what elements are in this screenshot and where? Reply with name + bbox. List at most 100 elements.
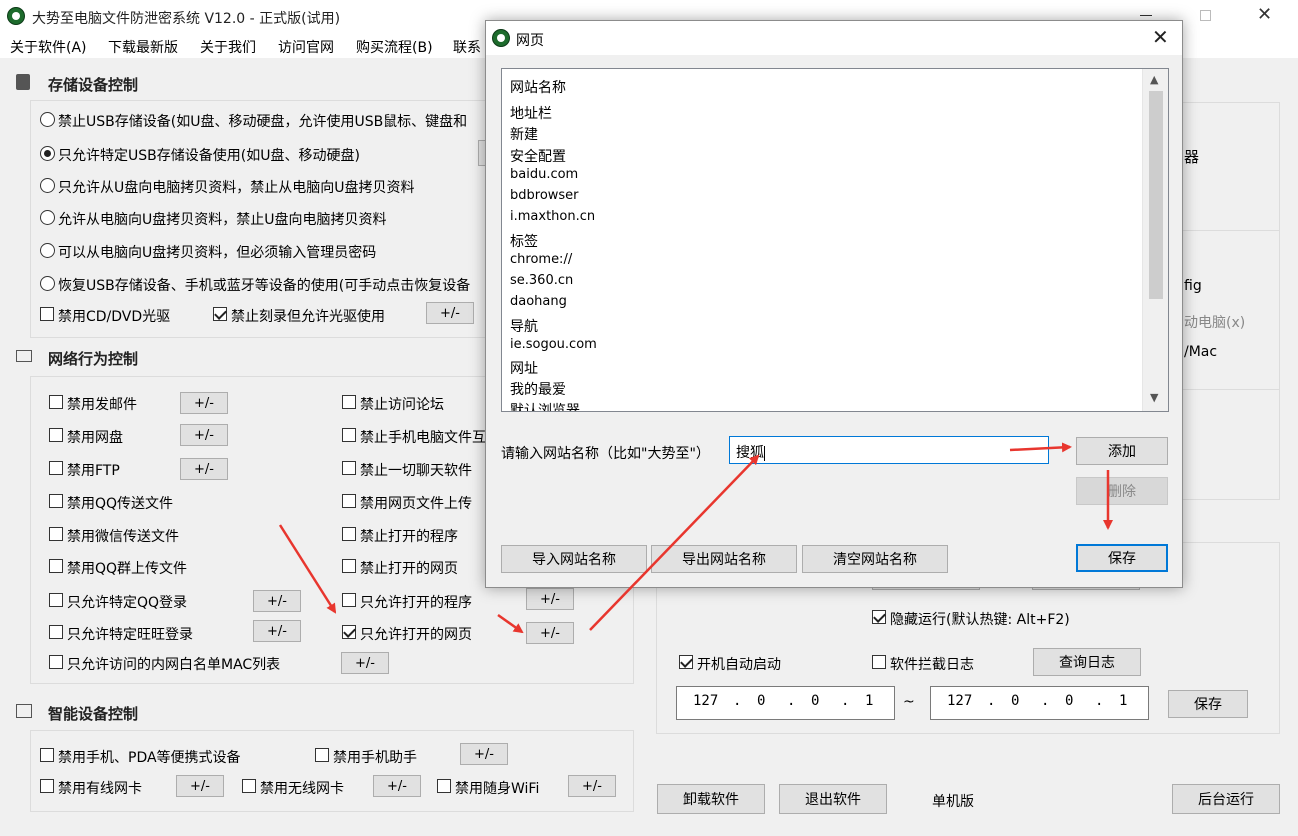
- allow-program-plus-minus-button[interactable]: +/-: [526, 588, 574, 610]
- radio-pc-to-usb[interactable]: [40, 210, 55, 225]
- checkbox-qq-group[interactable]: [49, 559, 63, 573]
- wireless-plus-minus-button[interactable]: +/-: [373, 775, 421, 797]
- uninstall-button[interactable]: 卸载软件: [657, 784, 765, 814]
- checkbox-ftp[interactable]: [49, 461, 63, 475]
- menu-about-software[interactable]: 关于软件(A): [10, 37, 87, 57]
- checkbox-wechat-file[interactable]: [49, 527, 63, 541]
- checkbox-specific-qq[interactable]: [49, 593, 63, 607]
- ip-start-field[interactable]: 127 . 0 . 0 . 1: [676, 686, 895, 720]
- menu-website[interactable]: 访问官网: [278, 37, 334, 57]
- list-header: 网站名称: [510, 80, 566, 96]
- ip-save-button[interactable]: 保存: [1168, 690, 1248, 718]
- menu-about-us[interactable]: 关于我们: [200, 37, 256, 57]
- add-button[interactable]: 添加: [1076, 437, 1168, 465]
- wifi-plus-minus-button[interactable]: +/-: [568, 775, 616, 797]
- checkbox-chat[interactable]: [342, 461, 356, 475]
- list-item[interactable]: 网址: [510, 358, 538, 378]
- export-button[interactable]: 导出网站名称: [651, 545, 797, 573]
- delete-button[interactable]: 删除: [1076, 477, 1168, 505]
- radio-password-copy[interactable]: [40, 243, 55, 258]
- radio-restore-label: 恢复USB存储设备、手机或蓝牙等设备的使用(可手动点击恢复设备: [58, 278, 471, 294]
- list-item[interactable]: i.maxthon.cn: [510, 209, 595, 224]
- radio-specific-usb-label: 只允许特定USB存储设备使用(如U盘、移动硬盘): [58, 148, 360, 164]
- burn-plus-minus-button[interactable]: +/-: [426, 302, 474, 324]
- checkbox-intercept-log[interactable]: [872, 655, 886, 669]
- scroll-down-icon[interactable]: ▼: [1150, 391, 1158, 404]
- list-scrollbar[interactable]: ▲ ▼: [1142, 69, 1168, 411]
- radio-specific-usb[interactable]: [40, 146, 55, 161]
- close-icon[interactable]: ✕: [1257, 4, 1272, 25]
- site-name-input[interactable]: 搜狐: [729, 436, 1049, 464]
- list-item[interactable]: 导航: [510, 316, 538, 336]
- checkbox-no-burn-label: 禁止刻录但允许光驱使用: [231, 309, 385, 325]
- radio-restore[interactable]: [40, 276, 55, 291]
- clear-button[interactable]: 清空网站名称: [802, 545, 948, 573]
- list-item[interactable]: 安全配置: [510, 146, 566, 166]
- checkbox-allow-program[interactable]: [342, 593, 356, 607]
- list-item[interactable]: bdbrowser: [510, 188, 579, 203]
- radio-block-usb[interactable]: [40, 112, 55, 127]
- checkbox-wireless-nic[interactable]: [242, 779, 256, 793]
- checkbox-block-web[interactable]: [342, 559, 356, 573]
- checkbox-no-burn[interactable]: [213, 307, 227, 321]
- checkbox-phone-file[interactable]: [342, 428, 356, 442]
- menu-download[interactable]: 下载最新版: [108, 37, 178, 57]
- list-item[interactable]: daohang: [510, 294, 567, 309]
- checkbox-specific-wangwang[interactable]: [49, 625, 63, 639]
- checkbox-qq-file[interactable]: [49, 494, 63, 508]
- list-item[interactable]: se.360.cn: [510, 273, 573, 288]
- radio-usb-to-pc[interactable]: [40, 178, 55, 193]
- ftp-plus-minus-button[interactable]: +/-: [180, 458, 228, 480]
- list-item[interactable]: 默认浏览器: [510, 400, 580, 411]
- list-item[interactable]: ie.sogou.com: [510, 337, 597, 352]
- checkbox-mobile-device[interactable]: [40, 748, 54, 762]
- checkbox-mac-whitelist[interactable]: [49, 655, 63, 669]
- checkbox-hide-run[interactable]: [872, 610, 886, 624]
- ip-end-octet-1: 127: [947, 693, 973, 709]
- query-log-button[interactable]: 查询日志: [1033, 648, 1141, 676]
- dialog-close-icon[interactable]: ✕: [1152, 25, 1169, 49]
- ip-end-field[interactable]: 127 . 0 . 0 . 1: [930, 686, 1149, 720]
- ip-start-dot-3: .: [841, 693, 850, 709]
- menu-purchase[interactable]: 购买流程(B): [356, 37, 433, 57]
- checkbox-web-upload[interactable]: [342, 494, 356, 508]
- allow-web-plus-minus-button[interactable]: +/-: [526, 622, 574, 644]
- checkbox-wired-nic[interactable]: [40, 779, 54, 793]
- right-frag-config: fig: [1184, 278, 1202, 294]
- checkbox-portable-wifi[interactable]: [437, 779, 451, 793]
- scroll-up-icon[interactable]: ▲: [1150, 73, 1158, 86]
- wired-plus-minus-button[interactable]: +/-: [176, 775, 224, 797]
- netdisk-plus-minus-button[interactable]: +/-: [180, 424, 228, 446]
- list-item[interactable]: 我的最爱: [510, 379, 566, 399]
- menu-contact[interactable]: 联系: [453, 37, 481, 57]
- checkbox-netdisk[interactable]: [49, 428, 63, 442]
- checkbox-allow-web[interactable]: [342, 625, 356, 639]
- checkbox-block-program[interactable]: [342, 527, 356, 541]
- email-plus-minus-button[interactable]: +/-: [180, 392, 228, 414]
- list-item[interactable]: 地址栏: [510, 103, 552, 123]
- maximize-icon[interactable]: [1200, 10, 1211, 21]
- specific-qq-plus-minus-button[interactable]: +/-: [253, 590, 301, 612]
- scroll-thumb[interactable]: [1149, 91, 1163, 299]
- checkbox-web-upload-label: 禁用网页文件上传: [360, 496, 472, 512]
- checkbox-autostart[interactable]: [679, 655, 693, 669]
- checkbox-phone-assistant[interactable]: [315, 748, 329, 762]
- import-button[interactable]: 导入网站名称: [501, 545, 647, 573]
- minimize-icon[interactable]: [1140, 15, 1152, 16]
- dialog-save-button[interactable]: 保存: [1076, 544, 1168, 572]
- list-item[interactable]: 新建: [510, 124, 538, 144]
- wangwang-plus-minus-button[interactable]: +/-: [253, 620, 301, 642]
- checkbox-forum[interactable]: [342, 395, 356, 409]
- background-run-button[interactable]: 后台运行: [1172, 784, 1280, 814]
- list-item[interactable]: baidu.com: [510, 167, 578, 182]
- assistant-plus-minus-button[interactable]: +/-: [460, 743, 508, 765]
- mac-plus-minus-button[interactable]: +/-: [341, 652, 389, 674]
- checkbox-disable-cd[interactable]: [40, 307, 54, 321]
- storage-icon: [16, 74, 30, 90]
- list-item[interactable]: 标签: [510, 231, 538, 251]
- exit-button[interactable]: 退出软件: [779, 784, 887, 814]
- website-list[interactable]: 网站名称 地址栏 新建 安全配置 baidu.com bdbrowser i.m…: [501, 68, 1169, 412]
- window-title: 大势至电脑文件防泄密系统 V12.0 - 正式版(试用): [32, 11, 341, 27]
- checkbox-email[interactable]: [49, 395, 63, 409]
- list-item[interactable]: chrome://: [510, 252, 572, 267]
